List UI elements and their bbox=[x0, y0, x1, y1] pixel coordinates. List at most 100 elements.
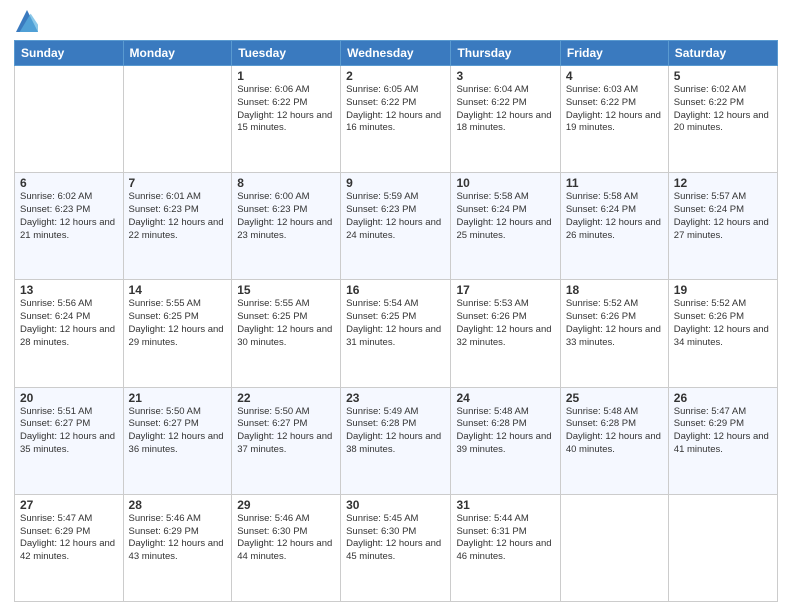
calendar-cell: 14Sunrise: 5:55 AM Sunset: 6:25 PM Dayli… bbox=[123, 280, 232, 387]
day-number: 21 bbox=[129, 391, 227, 405]
day-info: Sunrise: 5:58 AM Sunset: 6:24 PM Dayligh… bbox=[456, 191, 554, 242]
day-number: 29 bbox=[237, 498, 335, 512]
col-header-tuesday: Tuesday bbox=[232, 41, 341, 66]
calendar-cell bbox=[123, 66, 232, 173]
calendar-cell: 16Sunrise: 5:54 AM Sunset: 6:25 PM Dayli… bbox=[341, 280, 451, 387]
calendar-cell: 17Sunrise: 5:53 AM Sunset: 6:26 PM Dayli… bbox=[451, 280, 560, 387]
col-header-saturday: Saturday bbox=[668, 41, 777, 66]
day-number: 14 bbox=[129, 283, 227, 297]
day-info: Sunrise: 5:50 AM Sunset: 6:27 PM Dayligh… bbox=[129, 406, 227, 457]
calendar-cell: 9Sunrise: 5:59 AM Sunset: 6:23 PM Daylig… bbox=[341, 173, 451, 280]
calendar-cell: 8Sunrise: 6:00 AM Sunset: 6:23 PM Daylig… bbox=[232, 173, 341, 280]
week-row-3: 20Sunrise: 5:51 AM Sunset: 6:27 PM Dayli… bbox=[15, 387, 778, 494]
day-number: 23 bbox=[346, 391, 445, 405]
day-info: Sunrise: 6:01 AM Sunset: 6:23 PM Dayligh… bbox=[129, 191, 227, 242]
day-info: Sunrise: 5:56 AM Sunset: 6:24 PM Dayligh… bbox=[20, 298, 118, 349]
calendar-cell bbox=[15, 66, 124, 173]
calendar-cell: 6Sunrise: 6:02 AM Sunset: 6:23 PM Daylig… bbox=[15, 173, 124, 280]
day-number: 7 bbox=[129, 176, 227, 190]
col-header-sunday: Sunday bbox=[15, 41, 124, 66]
day-info: Sunrise: 5:44 AM Sunset: 6:31 PM Dayligh… bbox=[456, 513, 554, 564]
col-header-monday: Monday bbox=[123, 41, 232, 66]
week-row-1: 6Sunrise: 6:02 AM Sunset: 6:23 PM Daylig… bbox=[15, 173, 778, 280]
calendar-table: SundayMondayTuesdayWednesdayThursdayFrid… bbox=[14, 40, 778, 602]
calendar-cell: 1Sunrise: 6:06 AM Sunset: 6:22 PM Daylig… bbox=[232, 66, 341, 173]
calendar-cell: 25Sunrise: 5:48 AM Sunset: 6:28 PM Dayli… bbox=[560, 387, 668, 494]
day-number: 28 bbox=[129, 498, 227, 512]
day-info: Sunrise: 5:55 AM Sunset: 6:25 PM Dayligh… bbox=[237, 298, 335, 349]
week-row-4: 27Sunrise: 5:47 AM Sunset: 6:29 PM Dayli… bbox=[15, 494, 778, 601]
day-number: 3 bbox=[456, 69, 554, 83]
day-info: Sunrise: 6:06 AM Sunset: 6:22 PM Dayligh… bbox=[237, 84, 335, 135]
day-info: Sunrise: 6:02 AM Sunset: 6:23 PM Dayligh… bbox=[20, 191, 118, 242]
day-number: 27 bbox=[20, 498, 118, 512]
day-info: Sunrise: 5:46 AM Sunset: 6:30 PM Dayligh… bbox=[237, 513, 335, 564]
calendar-cell: 10Sunrise: 5:58 AM Sunset: 6:24 PM Dayli… bbox=[451, 173, 560, 280]
calendar-cell: 31Sunrise: 5:44 AM Sunset: 6:31 PM Dayli… bbox=[451, 494, 560, 601]
day-info: Sunrise: 6:02 AM Sunset: 6:22 PM Dayligh… bbox=[674, 84, 772, 135]
day-number: 6 bbox=[20, 176, 118, 190]
day-number: 20 bbox=[20, 391, 118, 405]
day-info: Sunrise: 6:05 AM Sunset: 6:22 PM Dayligh… bbox=[346, 84, 445, 135]
day-number: 19 bbox=[674, 283, 772, 297]
day-number: 5 bbox=[674, 69, 772, 83]
day-info: Sunrise: 5:47 AM Sunset: 6:29 PM Dayligh… bbox=[20, 513, 118, 564]
day-info: Sunrise: 5:53 AM Sunset: 6:26 PM Dayligh… bbox=[456, 298, 554, 349]
calendar-cell: 22Sunrise: 5:50 AM Sunset: 6:27 PM Dayli… bbox=[232, 387, 341, 494]
calendar-cell: 3Sunrise: 6:04 AM Sunset: 6:22 PM Daylig… bbox=[451, 66, 560, 173]
day-info: Sunrise: 6:03 AM Sunset: 6:22 PM Dayligh… bbox=[566, 84, 663, 135]
col-header-wednesday: Wednesday bbox=[341, 41, 451, 66]
page: SundayMondayTuesdayWednesdayThursdayFrid… bbox=[0, 0, 792, 612]
calendar-cell: 11Sunrise: 5:58 AM Sunset: 6:24 PM Dayli… bbox=[560, 173, 668, 280]
calendar-cell bbox=[560, 494, 668, 601]
calendar-cell: 30Sunrise: 5:45 AM Sunset: 6:30 PM Dayli… bbox=[341, 494, 451, 601]
calendar-cell: 18Sunrise: 5:52 AM Sunset: 6:26 PM Dayli… bbox=[560, 280, 668, 387]
calendar-cell bbox=[668, 494, 777, 601]
day-number: 9 bbox=[346, 176, 445, 190]
day-number: 22 bbox=[237, 391, 335, 405]
calendar-cell: 15Sunrise: 5:55 AM Sunset: 6:25 PM Dayli… bbox=[232, 280, 341, 387]
day-info: Sunrise: 5:54 AM Sunset: 6:25 PM Dayligh… bbox=[346, 298, 445, 349]
day-number: 15 bbox=[237, 283, 335, 297]
day-number: 4 bbox=[566, 69, 663, 83]
day-info: Sunrise: 5:48 AM Sunset: 6:28 PM Dayligh… bbox=[566, 406, 663, 457]
calendar-cell: 23Sunrise: 5:49 AM Sunset: 6:28 PM Dayli… bbox=[341, 387, 451, 494]
day-number: 16 bbox=[346, 283, 445, 297]
day-number: 31 bbox=[456, 498, 554, 512]
col-header-friday: Friday bbox=[560, 41, 668, 66]
day-info: Sunrise: 5:55 AM Sunset: 6:25 PM Dayligh… bbox=[129, 298, 227, 349]
day-info: Sunrise: 5:51 AM Sunset: 6:27 PM Dayligh… bbox=[20, 406, 118, 457]
day-info: Sunrise: 5:47 AM Sunset: 6:29 PM Dayligh… bbox=[674, 406, 772, 457]
day-info: Sunrise: 5:45 AM Sunset: 6:30 PM Dayligh… bbox=[346, 513, 445, 564]
calendar-cell: 4Sunrise: 6:03 AM Sunset: 6:22 PM Daylig… bbox=[560, 66, 668, 173]
day-number: 1 bbox=[237, 69, 335, 83]
calendar-cell: 26Sunrise: 5:47 AM Sunset: 6:29 PM Dayli… bbox=[668, 387, 777, 494]
day-number: 13 bbox=[20, 283, 118, 297]
day-number: 17 bbox=[456, 283, 554, 297]
week-row-2: 13Sunrise: 5:56 AM Sunset: 6:24 PM Dayli… bbox=[15, 280, 778, 387]
week-row-0: 1Sunrise: 6:06 AM Sunset: 6:22 PM Daylig… bbox=[15, 66, 778, 173]
calendar-cell: 27Sunrise: 5:47 AM Sunset: 6:29 PM Dayli… bbox=[15, 494, 124, 601]
day-info: Sunrise: 5:46 AM Sunset: 6:29 PM Dayligh… bbox=[129, 513, 227, 564]
calendar-cell: 7Sunrise: 6:01 AM Sunset: 6:23 PM Daylig… bbox=[123, 173, 232, 280]
day-info: Sunrise: 5:52 AM Sunset: 6:26 PM Dayligh… bbox=[566, 298, 663, 349]
day-info: Sunrise: 5:57 AM Sunset: 6:24 PM Dayligh… bbox=[674, 191, 772, 242]
day-number: 26 bbox=[674, 391, 772, 405]
day-number: 18 bbox=[566, 283, 663, 297]
day-number: 10 bbox=[456, 176, 554, 190]
day-info: Sunrise: 5:52 AM Sunset: 6:26 PM Dayligh… bbox=[674, 298, 772, 349]
day-number: 8 bbox=[237, 176, 335, 190]
logo bbox=[14, 10, 38, 32]
calendar-cell: 28Sunrise: 5:46 AM Sunset: 6:29 PM Dayli… bbox=[123, 494, 232, 601]
calendar-cell: 20Sunrise: 5:51 AM Sunset: 6:27 PM Dayli… bbox=[15, 387, 124, 494]
day-number: 30 bbox=[346, 498, 445, 512]
col-header-thursday: Thursday bbox=[451, 41, 560, 66]
day-number: 12 bbox=[674, 176, 772, 190]
calendar-cell: 5Sunrise: 6:02 AM Sunset: 6:22 PM Daylig… bbox=[668, 66, 777, 173]
calendar-cell: 29Sunrise: 5:46 AM Sunset: 6:30 PM Dayli… bbox=[232, 494, 341, 601]
calendar-cell: 13Sunrise: 5:56 AM Sunset: 6:24 PM Dayli… bbox=[15, 280, 124, 387]
day-number: 24 bbox=[456, 391, 554, 405]
logo-icon bbox=[16, 10, 38, 32]
day-info: Sunrise: 6:00 AM Sunset: 6:23 PM Dayligh… bbox=[237, 191, 335, 242]
day-info: Sunrise: 5:58 AM Sunset: 6:24 PM Dayligh… bbox=[566, 191, 663, 242]
